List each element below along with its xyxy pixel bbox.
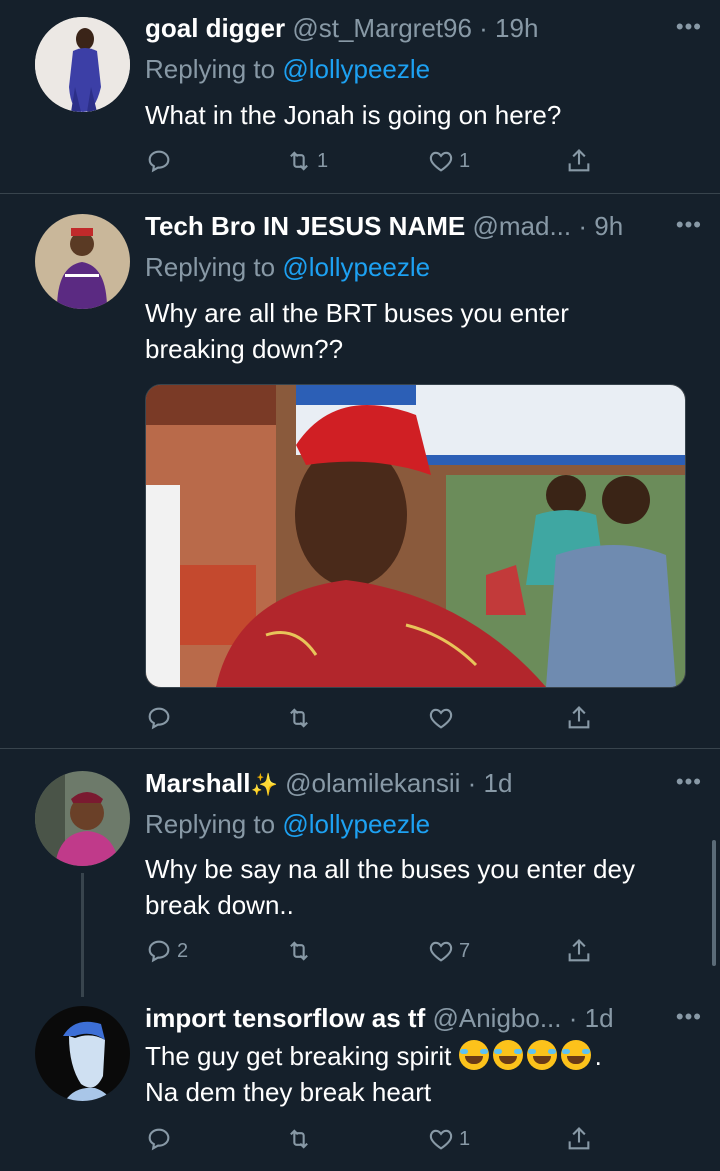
tweet-header: Marshall✨ @olamilekansii · 1d <box>145 767 656 801</box>
timestamp[interactable]: · 9h <box>578 211 623 241</box>
tweet-header: goal digger @st_Margret96 · 19h <box>145 12 656 44</box>
replying-to: Replying to @lollypeezle <box>145 251 430 283</box>
display-name[interactable]: Tech Bro IN JESUS NAME <box>145 211 465 241</box>
reply-icon <box>148 1128 170 1151</box>
reply-count: 2 <box>177 939 189 962</box>
tweet-text: Why are all the BRT buses you enter brea… <box>145 295 680 367</box>
user-handle[interactable]: @olamilekansii <box>285 768 460 798</box>
tweet-text-line: Na dem they break heart <box>145 1077 432 1107</box>
retweet-button[interactable] <box>285 935 317 967</box>
tweet-4[interactable]: import tensorflow as tf @Anigbo... · 1d … <box>0 999 720 1171</box>
tweet-actions: 1 1 <box>145 145 595 177</box>
retweet-icon <box>290 708 308 728</box>
retweet-button[interactable] <box>285 702 317 734</box>
reply-icon <box>148 150 170 173</box>
tweet-text: Why be say na all the buses you enter de… <box>145 851 680 923</box>
timestamp[interactable]: · 1d <box>468 768 513 798</box>
share-button[interactable] <box>565 935 593 967</box>
user-handle[interactable]: @st_Margret96 <box>292 13 472 43</box>
tweet-header: import tensorflow as tf @Anigbo... · 1d <box>145 1002 656 1034</box>
tweet-actions <box>145 702 595 734</box>
timestamp[interactable]: · 1d <box>569 1003 614 1033</box>
display-name[interactable]: goal digger <box>145 13 285 43</box>
like-count: 7 <box>459 939 471 962</box>
share-icon <box>568 149 590 172</box>
reply-icon <box>148 940 170 963</box>
media-photo <box>146 385 685 687</box>
share-icon <box>568 939 590 962</box>
tears-of-joy-emoji <box>458 1040 489 1070</box>
retweet-button[interactable]: 1 <box>285 145 328 177</box>
replying-prefix: Replying to <box>145 809 276 839</box>
tweet-media-image[interactable] <box>145 384 686 688</box>
thread-connector-line <box>81 873 84 997</box>
user-handle[interactable]: @mad... <box>472 211 571 241</box>
like-button[interactable] <box>427 702 459 734</box>
reply-button[interactable] <box>145 145 177 177</box>
more-icon[interactable]: ••• <box>676 212 702 238</box>
like-button[interactable]: 7 <box>427 935 470 967</box>
like-icon <box>429 708 453 729</box>
timestamp[interactable]: · 19h <box>479 13 538 43</box>
reply-button[interactable] <box>145 702 177 734</box>
tweet-header: Tech Bro IN JESUS NAME @mad... · 9h <box>145 210 656 242</box>
replying-to: Replying to @lollypeezle <box>145 808 430 840</box>
retweet-button[interactable] <box>285 1123 317 1155</box>
reply-button[interactable] <box>145 1123 177 1155</box>
tears-of-joy-emoji <box>560 1040 591 1070</box>
sparkles-emoji: ✨ <box>250 772 278 797</box>
reply-icon <box>148 707 170 730</box>
like-icon <box>429 1129 453 1150</box>
more-icon[interactable]: ••• <box>676 14 702 40</box>
display-name[interactable]: import tensorflow as tf <box>145 1003 425 1033</box>
like-icon <box>429 941 453 962</box>
avatar[interactable] <box>35 17 130 112</box>
tweet-1[interactable]: goal digger @st_Margret96 · 19h ••• Repl… <box>0 0 720 193</box>
share-button[interactable] <box>565 145 593 177</box>
tweet-text-line: Why be say na all the buses you enter de… <box>145 854 635 884</box>
avatar[interactable] <box>35 771 130 866</box>
tweet-text-line: break down.. <box>145 890 294 920</box>
more-icon[interactable]: ••• <box>676 769 702 795</box>
avatar[interactable] <box>35 214 130 309</box>
display-name[interactable]: Marshall <box>145 768 251 798</box>
tweet-text-line: Why are all the BRT buses you enter <box>145 298 569 328</box>
retweet-icon <box>290 941 308 961</box>
like-count: 1 <box>459 1127 471 1150</box>
tears-of-joy-emoji <box>526 1040 557 1070</box>
replying-prefix: Replying to <box>145 252 276 282</box>
tweet-text-segment: . <box>594 1041 602 1071</box>
like-count: 1 <box>459 149 471 172</box>
scrollbar[interactable] <box>712 840 716 966</box>
share-button[interactable] <box>565 702 593 734</box>
tweet-3[interactable]: Marshall✨ @olamilekansii · 1d ••• Replyi… <box>0 749 720 999</box>
share-button[interactable] <box>565 1123 593 1155</box>
replying-to: Replying to @lollypeezle <box>145 53 430 85</box>
retweet-icon <box>290 151 308 171</box>
like-icon <box>429 151 453 172</box>
replying-to-handle[interactable]: @lollypeezle <box>282 809 430 839</box>
avatar[interactable] <box>35 1006 130 1101</box>
share-icon <box>568 1127 590 1150</box>
replying-prefix: Replying to <box>145 54 276 84</box>
replying-to-handle[interactable]: @lollypeezle <box>282 54 430 84</box>
like-button[interactable]: 1 <box>427 145 470 177</box>
retweet-count: 1 <box>317 149 329 172</box>
replying-to-handle[interactable]: @lollypeezle <box>282 252 430 282</box>
more-icon[interactable]: ••• <box>676 1004 702 1030</box>
tweet-text-segment: The guy get breaking spirit <box>145 1041 452 1071</box>
reply-button[interactable]: 2 <box>145 935 188 967</box>
share-icon <box>568 706 590 729</box>
tweet-text: The guy get breaking spirit . Na dem the… <box>145 1038 680 1110</box>
tweet-actions: 1 <box>145 1123 595 1155</box>
tweet-text: What in the Jonah is going on here? <box>145 100 562 130</box>
like-button[interactable]: 1 <box>427 1123 470 1155</box>
tweet-text-line: breaking down?? <box>145 334 344 364</box>
user-handle[interactable]: @Anigbo... <box>432 1003 561 1033</box>
tweet-text-line: The guy get breaking spirit . <box>145 1038 680 1074</box>
tears-of-joy-emoji <box>492 1040 523 1070</box>
tweet-actions: 2 7 <box>145 935 595 967</box>
retweet-icon <box>290 1129 308 1149</box>
